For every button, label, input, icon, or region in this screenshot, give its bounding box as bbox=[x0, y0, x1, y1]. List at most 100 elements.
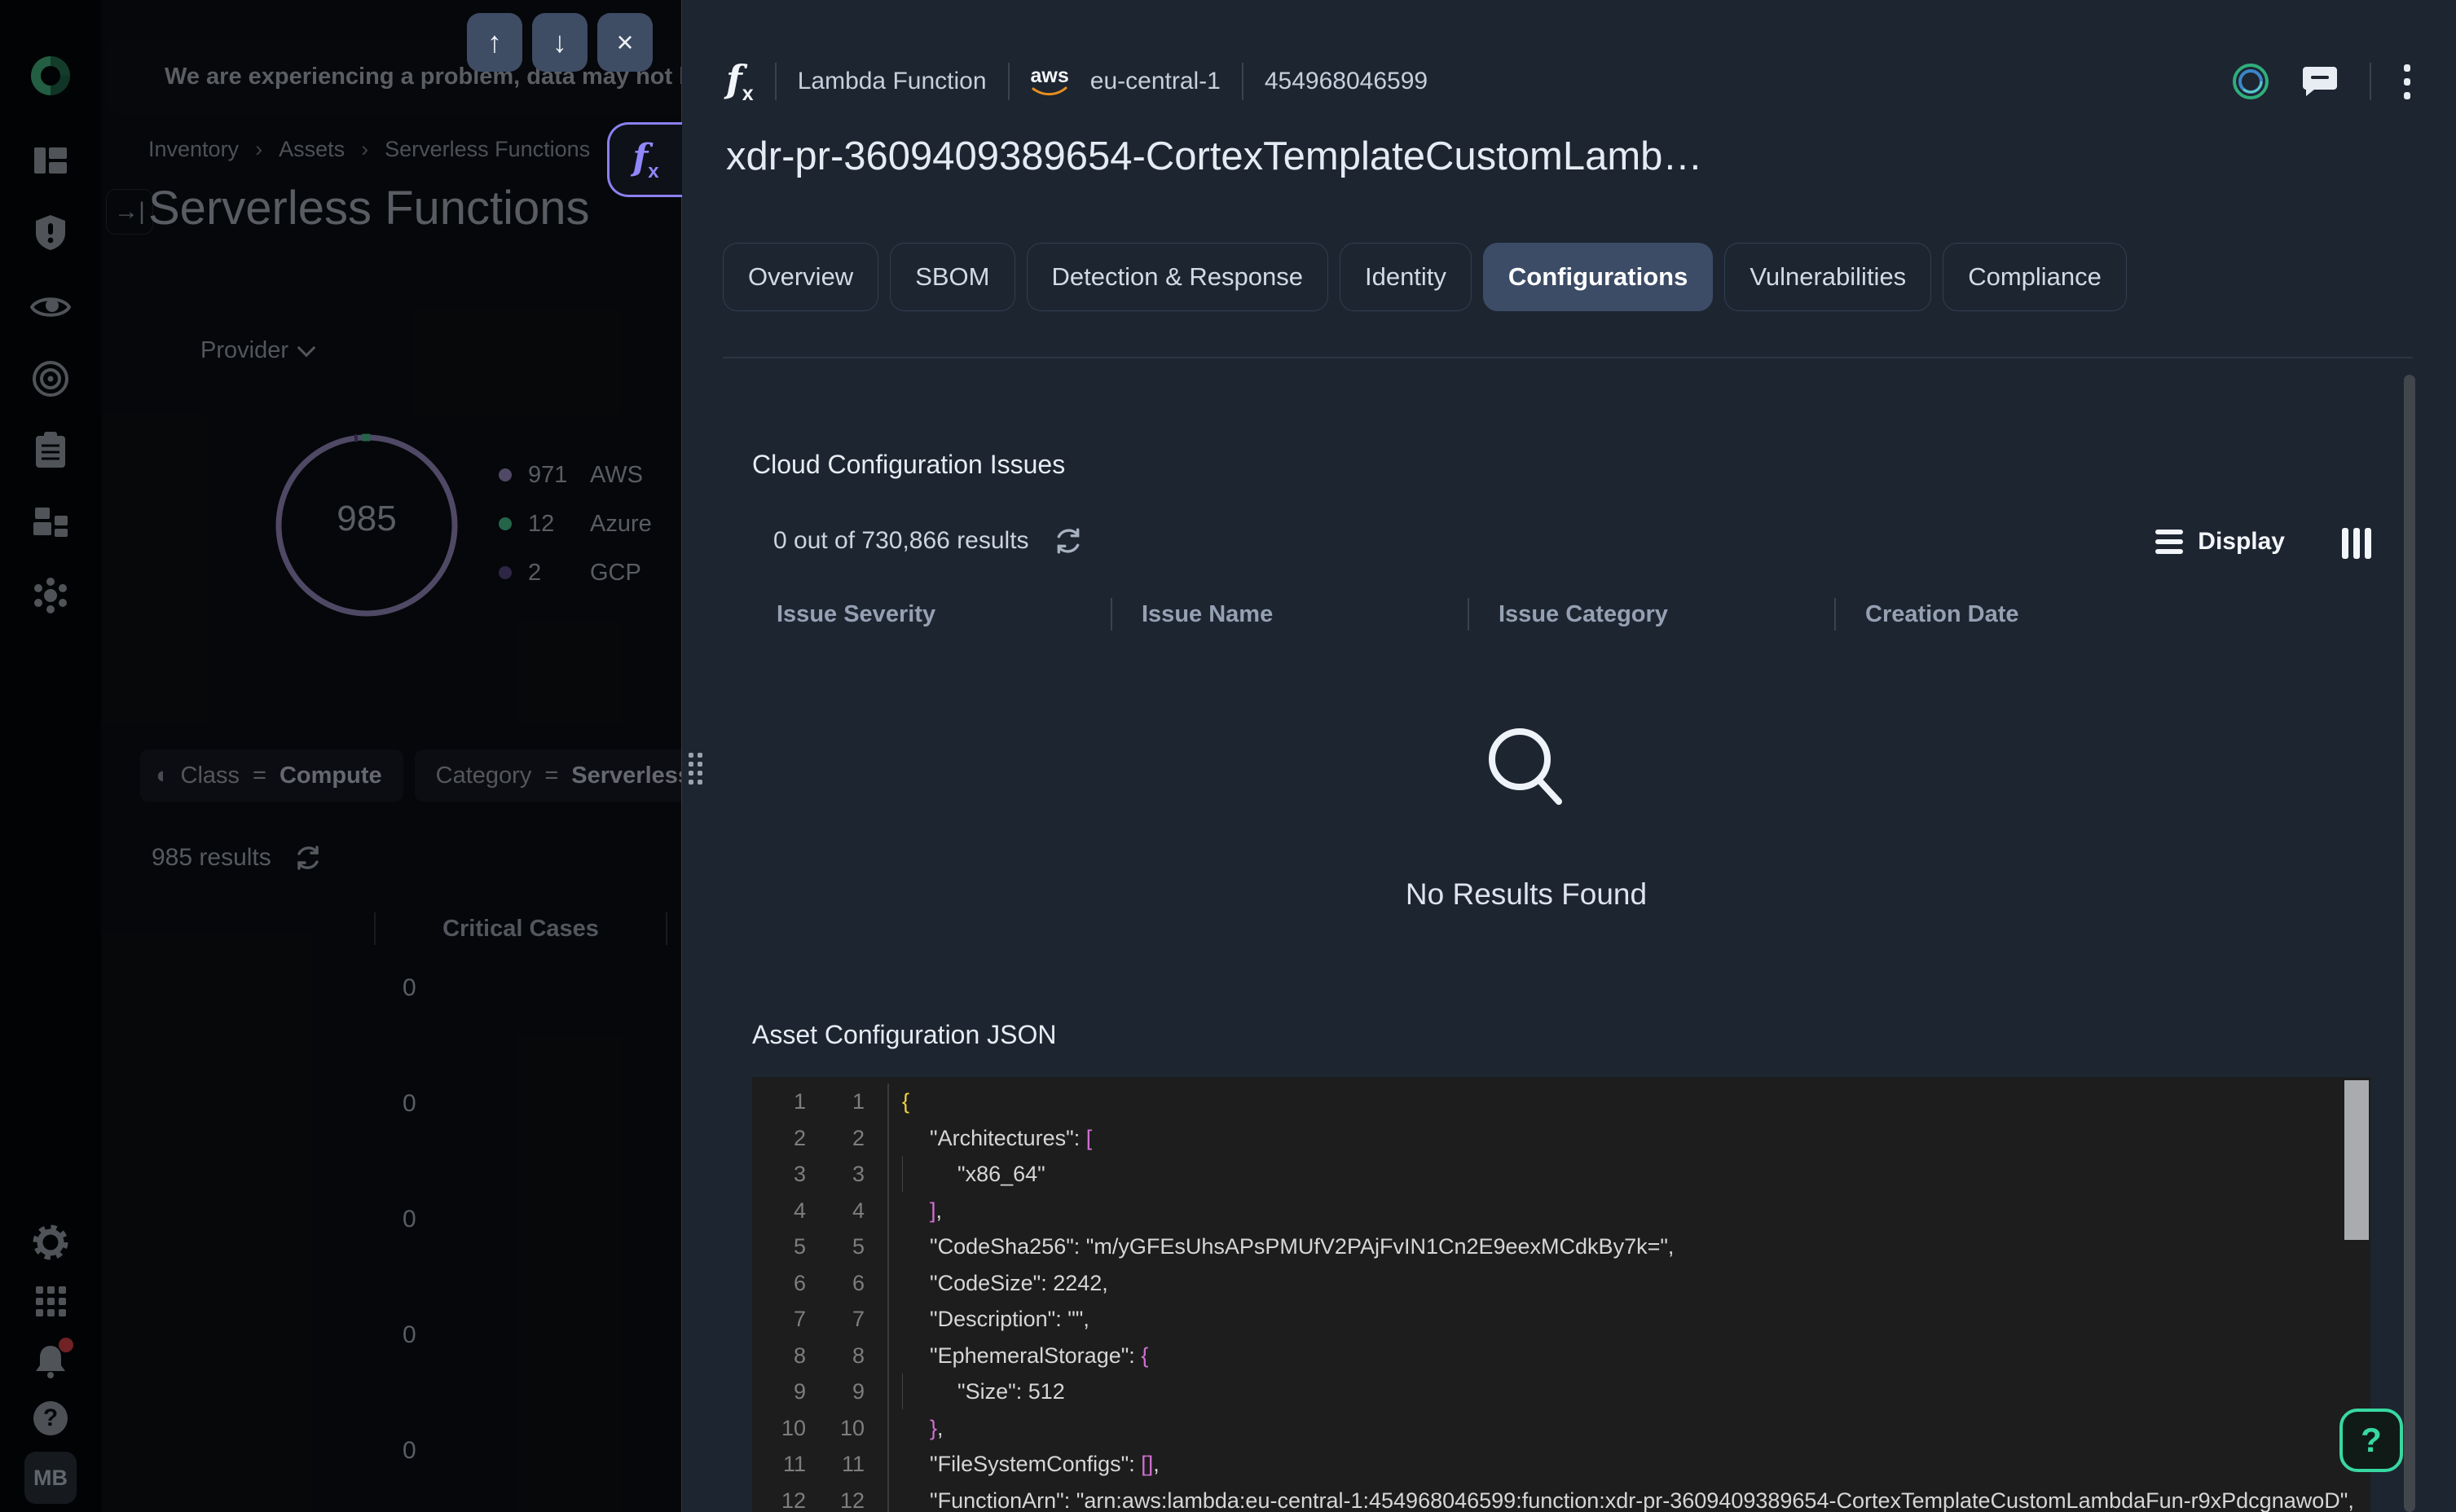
indent-guide bbox=[930, 1374, 957, 1409]
issues-section-title: Cloud Configuration Issues bbox=[752, 450, 1065, 480]
tab-configurations[interactable]: Configurations bbox=[1483, 243, 1713, 311]
tab-identity[interactable]: Identity bbox=[1340, 243, 1472, 311]
indent-guide bbox=[902, 1265, 930, 1301]
search-icon bbox=[1477, 717, 1575, 818]
fx-icon: fx bbox=[632, 137, 658, 183]
indent-guide bbox=[902, 1338, 930, 1374]
banner-controls: ↑↓× bbox=[467, 13, 653, 72]
code-text: }, bbox=[902, 1410, 944, 1447]
manage-columns-icon[interactable] bbox=[2342, 528, 2371, 559]
line-number: 5 bbox=[752, 1228, 806, 1265]
json-section-title: Asset Configuration JSON bbox=[752, 1020, 1057, 1050]
display-button[interactable]: Display bbox=[2155, 528, 2285, 556]
gutter-divider bbox=[865, 1120, 889, 1157]
line-number: 7 bbox=[806, 1301, 865, 1338]
tab-sbom[interactable]: SBOM bbox=[890, 243, 1015, 311]
code-text: "Architectures": [ bbox=[902, 1120, 1092, 1157]
no-results-text: No Results Found bbox=[1363, 877, 1689, 912]
tab-detection-response[interactable]: Detection & Response bbox=[1027, 243, 1328, 311]
scroll-down-button[interactable]: ↓ bbox=[532, 13, 588, 72]
code-text: "Description": "", bbox=[902, 1301, 1089, 1338]
code-text: "EphemeralStorage": { bbox=[902, 1338, 1148, 1374]
code-text: "FunctionArn": "arn:aws:lambda:eu-centra… bbox=[902, 1483, 2354, 1512]
help-button[interactable]: ? bbox=[2339, 1409, 2403, 1472]
code-line: 88"EphemeralStorage": { bbox=[752, 1338, 2370, 1374]
code-line: 66 "CodeSize": 2242, bbox=[752, 1265, 2370, 1302]
line-number: 12 bbox=[806, 1483, 865, 1512]
line-number: 7 bbox=[752, 1301, 806, 1338]
panel-resize-handle[interactable] bbox=[689, 753, 702, 785]
line-number: 1 bbox=[752, 1083, 806, 1120]
kebab-menu-icon[interactable] bbox=[2404, 64, 2410, 99]
column-header-creation-date[interactable]: Creation Date bbox=[1834, 598, 2406, 631]
indent-guide bbox=[902, 1301, 930, 1337]
issues-results-summary: 0 out of 730,866 results bbox=[773, 526, 1083, 556]
code-line: 99"Size": 512 bbox=[752, 1374, 2370, 1410]
gutter-divider bbox=[865, 1228, 889, 1265]
line-number: 9 bbox=[806, 1374, 865, 1410]
line-number: 4 bbox=[806, 1193, 865, 1229]
indent-guide bbox=[902, 1156, 930, 1192]
refresh-icon[interactable] bbox=[1054, 526, 1083, 556]
fx-icon: fx bbox=[726, 57, 754, 106]
code-line: 11 { bbox=[752, 1083, 2370, 1120]
gutter-divider bbox=[865, 1374, 889, 1410]
code-line: 1212"FunctionArn": "arn:aws:lambda:eu-ce… bbox=[752, 1483, 2370, 1512]
indent-guide bbox=[930, 1156, 957, 1192]
panel-header: fx Lambda Function aws eu-central-1 4549… bbox=[726, 60, 1428, 103]
gutter-divider bbox=[865, 1156, 889, 1193]
code-line: 33"x86_64" bbox=[752, 1156, 2370, 1193]
gutter-divider bbox=[865, 1338, 889, 1374]
code-line: 55"CodeSha256": "m/yGFEsUhsAPsPMUfV2PAjF… bbox=[752, 1228, 2370, 1265]
tabs-divider bbox=[723, 357, 2413, 358]
line-number: 1 bbox=[806, 1083, 865, 1120]
line-number: 6 bbox=[752, 1265, 806, 1302]
column-header-issue-severity[interactable]: Issue Severity bbox=[752, 598, 1111, 631]
indent-guide bbox=[902, 1193, 930, 1228]
lambda-fx-tab[interactable]: fx bbox=[607, 122, 682, 197]
asset-config-json-viewer[interactable]: 11{22"Architectures": [33"x86_64"44],55"… bbox=[752, 1077, 2370, 1512]
code-line: 22"Architectures": [ bbox=[752, 1120, 2370, 1157]
tab-overview[interactable]: Overview bbox=[723, 243, 878, 311]
line-number: 6 bbox=[806, 1265, 865, 1302]
asset-detail-panel: fx Lambda Function aws eu-central-1 4549… bbox=[681, 0, 2456, 1512]
line-number: 3 bbox=[806, 1156, 865, 1193]
line-number: 10 bbox=[752, 1410, 806, 1447]
code-line: 1010}, bbox=[752, 1410, 2370, 1447]
gutter-divider bbox=[865, 1083, 889, 1120]
gutter-divider bbox=[865, 1410, 889, 1447]
account-id-label: 454968046599 bbox=[1265, 68, 1428, 95]
column-header-issue-name[interactable]: Issue Name bbox=[1111, 598, 1468, 631]
code-text: ], bbox=[902, 1193, 942, 1229]
scroll-up-button[interactable]: ↑ bbox=[467, 13, 522, 72]
code-text: "CodeSize": 2242, bbox=[902, 1265, 1108, 1302]
line-number: 8 bbox=[752, 1338, 806, 1374]
panel-scrollbar[interactable] bbox=[2404, 375, 2415, 1512]
tab-compliance[interactable]: Compliance bbox=[1943, 243, 2127, 311]
column-header-issue-category[interactable]: Issue Category bbox=[1468, 598, 1834, 631]
display-lines-icon bbox=[2155, 530, 2183, 554]
indent-guide bbox=[902, 1120, 930, 1156]
code-lines: 11{22"Architectures": [33"x86_64"44],55"… bbox=[752, 1083, 2370, 1512]
tab-vulnerabilities[interactable]: Vulnerabilities bbox=[1724, 243, 1931, 311]
ai-rings-icon[interactable] bbox=[2231, 62, 2270, 101]
region-label: eu-central-1 bbox=[1090, 68, 1221, 95]
modal-dim-overlay bbox=[0, 0, 681, 1512]
issues-table-header: Issue SeverityIssue NameIssue CategoryCr… bbox=[752, 596, 2406, 632]
line-number: 2 bbox=[752, 1120, 806, 1157]
gutter-divider bbox=[865, 1483, 889, 1512]
indent-guide bbox=[902, 1374, 930, 1409]
line-number: 5 bbox=[806, 1228, 865, 1265]
no-results-empty-state: No Results Found bbox=[1363, 717, 1689, 912]
gutter-divider bbox=[865, 1265, 889, 1302]
gutter-divider bbox=[865, 1301, 889, 1338]
close-banner-button[interactable]: × bbox=[597, 13, 653, 72]
code-text: { bbox=[902, 1083, 909, 1120]
gutter-divider bbox=[865, 1193, 889, 1229]
code-scrollbar-thumb[interactable] bbox=[2344, 1080, 2369, 1240]
code-line: 44], bbox=[752, 1193, 2370, 1229]
chat-icon[interactable] bbox=[2303, 65, 2337, 98]
indent-guide bbox=[902, 1483, 930, 1512]
code-text: "x86_64" bbox=[902, 1156, 1045, 1193]
indent-guide bbox=[902, 1228, 930, 1264]
